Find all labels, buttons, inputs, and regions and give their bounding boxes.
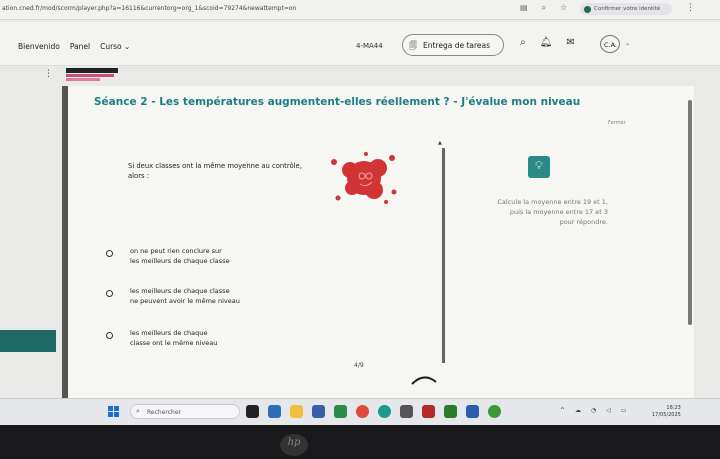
hp-logo: hp — [280, 434, 308, 456]
question-line-1: Si deux classes ont la même moyenne au c… — [128, 162, 302, 170]
answer-option-label: les meilleurs de chaque classe ont le mê… — [130, 329, 218, 348]
onedrive-icon[interactable]: ☁ — [575, 407, 581, 414]
nav-icons: ⌕ 🔔︎ ✉ — [520, 37, 575, 48]
zoom-icon[interactable]: ⌕ — [542, 3, 546, 13]
xbox-icon[interactable] — [444, 405, 457, 418]
profile-dot-icon — [584, 6, 591, 13]
screen: ation.cned.fr/mod/scorm/player.php?a=161… — [0, 0, 720, 425]
windows-start-icon[interactable] — [108, 406, 119, 417]
wifi-icon[interactable]: ◔ — [591, 407, 596, 414]
clock-time: 18:23 — [666, 405, 681, 411]
task-icon: 🗐 — [409, 41, 417, 50]
address-bar-icons: ▤ ⌕ ☆ ◫ — [520, 3, 589, 13]
moodle-navbar: Bienvenido Panel Curso ⌄ 4-MA44 🗐 Entreg… — [0, 22, 720, 66]
clock-date: 17/05/2025 — [652, 412, 681, 418]
task-view-icon[interactable] — [246, 405, 259, 418]
taskbar-search[interactable]: ⌕ Rechercher — [130, 404, 240, 419]
entrega-label: Entrega de tareas — [423, 41, 491, 50]
widgets-icon[interactable] — [268, 405, 281, 418]
nav-link-curso-label: Curso — [100, 42, 122, 51]
browser-menu-icon[interactable]: ⋮ — [686, 3, 695, 13]
nav-link-panel[interactable]: Panel — [70, 42, 90, 51]
address-bar[interactable]: ation.cned.fr/mod/scorm/player.php?a=161… — [0, 0, 720, 20]
windows-taskbar: ⌕ Rechercher ^ ☁ ◔ ◁ ▭ 18:23 17/05/2025 — [0, 398, 720, 424]
page-indicator: 4/9 — [354, 362, 364, 369]
confirm-identity-label: Confirmer votre identité — [594, 6, 661, 12]
chevron-down-icon: ⌄ — [124, 42, 131, 51]
search-icon: ⌕ — [136, 407, 140, 415]
user-menu-chevron-icon[interactable]: ⌄ — [625, 40, 630, 47]
radio-button[interactable] — [106, 250, 113, 257]
file-explorer-icon[interactable] — [290, 405, 303, 418]
page-scrollbar[interactable] — [688, 100, 692, 325]
mcafee-icon[interactable] — [422, 405, 435, 418]
primary-nav: Bienvenido Panel Curso ⌄ — [18, 42, 130, 51]
question-text: Si deux classes ont la même moyenne au c… — [128, 162, 348, 182]
system-tray: ^ ☁ ◔ ◁ ▭ — [560, 407, 627, 414]
hint-text: Calcule la moyenne entre 19 et 1, puis l… — [458, 197, 608, 227]
cned-logo — [66, 68, 118, 82]
star-icon[interactable]: ☆ — [560, 3, 567, 13]
entrega-button[interactable]: 🗐 Entrega de tareas — [402, 34, 504, 56]
chrome-icon[interactable] — [356, 405, 369, 418]
hint-line-2: puis la moyenne entre 17 et 3 — [509, 208, 608, 217]
word-icon[interactable] — [466, 405, 479, 418]
answer-option-label: on ne peut rien conclure sur les meilleu… — [130, 247, 230, 266]
taskbar-apps — [246, 405, 501, 418]
column-divider — [442, 148, 445, 363]
course-code[interactable]: 4-MA44 — [356, 42, 383, 50]
scroll-up-icon[interactable]: ▲ — [438, 140, 442, 146]
hint-line-3: pour répondre. — [559, 218, 608, 227]
taskbar-clock[interactable]: 18:23 17/05/2025 — [652, 405, 681, 419]
drawer-toggle-icon[interactable]: ⋮ — [44, 69, 53, 79]
search-icon[interactable]: ⌕ — [520, 37, 526, 48]
scorm-content: Séance 2 - Les températures augmentent-e… — [62, 86, 694, 398]
store-icon[interactable] — [312, 405, 325, 418]
chrome-icon[interactable] — [488, 405, 501, 418]
nav-link-curso[interactable]: Curso ⌄ — [100, 42, 130, 51]
message-icon[interactable]: ✉ — [566, 37, 574, 48]
hint-line-1: Calcule la moyenne entre 19 et 1, — [497, 198, 608, 206]
battery-icon[interactable]: ▭ — [621, 407, 627, 414]
lightbulb-icon[interactable]: 💡︎ — [528, 156, 550, 178]
app-icon[interactable] — [400, 405, 413, 418]
page-title: Séance 2 - Les températures augmentent-e… — [94, 96, 581, 108]
app-icon[interactable] — [334, 405, 347, 418]
volume-icon[interactable]: ◁ — [606, 407, 611, 414]
edge-icon[interactable] — [378, 405, 391, 418]
bell-icon[interactable]: 🔔︎ — [540, 37, 553, 48]
close-button[interactable]: Fermer — [608, 120, 626, 126]
paint-splat-icon — [331, 152, 397, 204]
question-line-2: alors : — [128, 171, 149, 180]
chevron-up-icon[interactable]: ^ — [560, 407, 565, 414]
radio-button[interactable] — [106, 290, 113, 297]
user-avatar[interactable]: C.A. — [600, 35, 620, 53]
taskbar-search-placeholder: Rechercher — [147, 409, 181, 416]
url-text[interactable]: ation.cned.fr/mod/scorm/player.php?a=161… — [2, 5, 296, 12]
side-panel-tab[interactable] — [0, 330, 56, 352]
next-arrow-icon[interactable] — [410, 372, 438, 386]
reader-icon[interactable]: ▤ — [520, 3, 528, 13]
nav-link-bienvenido[interactable]: Bienvenido — [18, 42, 60, 51]
answer-option-label: les meilleurs de chaque classe ne peuven… — [130, 287, 240, 306]
confirm-identity-button[interactable]: Confirmer votre identité — [580, 3, 672, 15]
radio-button[interactable] — [106, 332, 113, 339]
